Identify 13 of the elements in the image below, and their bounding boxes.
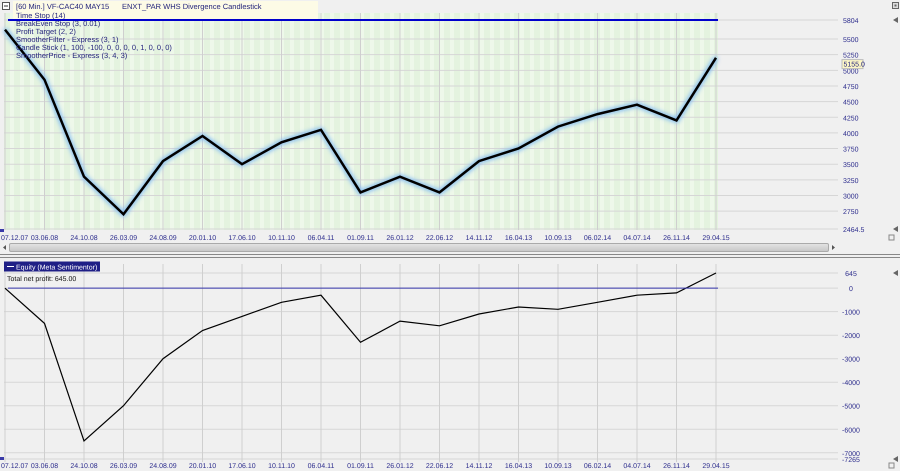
arrow-icon[interactable] [893,17,898,23]
settings-icon[interactable] [892,2,899,9]
pin-icon[interactable] [888,234,894,240]
collapse-icon[interactable] [2,2,10,10]
arrow-icon[interactable] [893,456,898,462]
scroll-left-icon[interactable] [2,244,7,251]
scroll-thumb[interactable] [9,243,829,252]
marker-icon [0,457,4,460]
scroll-right-icon[interactable] [831,244,836,251]
arrow-icon[interactable] [893,270,898,276]
marker-icon [0,229,4,232]
pin-icon[interactable] [888,462,894,468]
arrow-icon[interactable] [893,226,898,232]
